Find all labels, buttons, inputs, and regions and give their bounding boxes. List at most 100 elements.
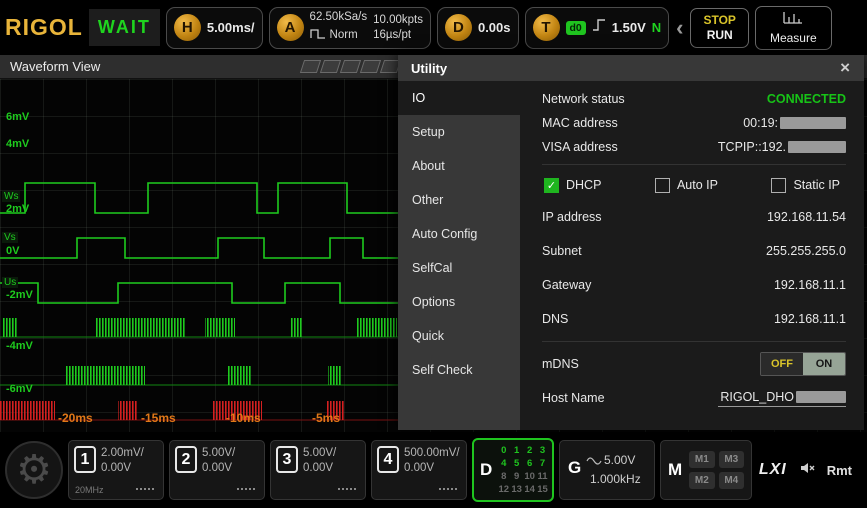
mdns-off-segment[interactable]: OFF	[761, 353, 803, 375]
digital-bit: 8	[501, 471, 507, 482]
close-icon[interactable]: ×	[834, 57, 856, 79]
digital-bit: 15	[537, 484, 548, 495]
redaction-block	[796, 390, 846, 403]
coupling-dash-icon	[237, 488, 255, 490]
horizontal-knob[interactable]: H	[173, 14, 201, 41]
acquire-settings[interactable]: A 62.50kSa/s Norm 10.00kpts 16µs/pt	[268, 6, 431, 49]
timebase-value: 5.00ms/	[206, 20, 255, 35]
checkbox-checked-icon[interactable]: ✓	[544, 177, 559, 193]
tab-shape-icon	[299, 60, 322, 73]
utility-menu-auto-config[interactable]: Auto Config	[398, 217, 520, 251]
math-m1-button[interactable]: M1	[689, 451, 715, 468]
channel-number: 1	[74, 446, 96, 473]
y-axis-label: -2mV	[6, 289, 33, 301]
math-m2-button[interactable]: M2	[689, 472, 715, 489]
channel-3-box[interactable]: 3 5.00V/ 0.00V	[270, 440, 366, 500]
mdns-label: mDNS	[542, 357, 579, 371]
mac-address-label: MAC address	[542, 116, 618, 130]
subnet-label: Subnet	[542, 244, 582, 258]
redaction-block	[788, 141, 846, 153]
math-m3-button[interactable]: M3	[718, 451, 744, 468]
channel-scale: 500.00mV/	[404, 447, 460, 459]
sine-wave-icon	[586, 454, 602, 472]
menu-button[interactable]: ⚙	[5, 441, 63, 499]
y-axis-label: 6mV	[6, 111, 30, 123]
network-status-label: Network status	[542, 92, 625, 106]
digital-channels-box[interactable]: D 0 1 2 3 4 5 6 7 8 9 10 11 12 13 14 15	[472, 438, 554, 502]
utility-menu-options[interactable]: Options	[398, 285, 520, 319]
channel-1-box[interactable]: 1 2.00mV/ 0.00V 20MHz	[68, 440, 164, 500]
channel-offset: 0.00V	[101, 462, 132, 474]
trigger-settings[interactable]: T d0 1.50V N	[524, 6, 670, 49]
auto-ip-label: Auto IP	[676, 178, 718, 192]
digital-bit: 5	[514, 458, 520, 469]
chevron-left-icon[interactable]: ‹	[675, 16, 684, 39]
status-icons: LXI Rmt	[759, 460, 862, 481]
horizontal-settings[interactable]: H 5.00ms/	[165, 6, 263, 49]
digital-bit: 3	[539, 445, 546, 456]
checkbox-empty-icon[interactable]	[771, 177, 787, 193]
rising-edge-icon	[592, 18, 606, 37]
auto-ip-checkbox-item[interactable]: Auto IP	[654, 177, 718, 193]
y-axis-label: -4mV	[6, 340, 33, 352]
x-axis-label: -15ms	[141, 411, 176, 425]
channel-2-box[interactable]: 2 5.00V/ 0.00V	[169, 440, 265, 500]
utility-menu-self-check[interactable]: Self Check	[398, 353, 520, 387]
measure-button[interactable]: Measure	[754, 5, 832, 50]
checkbox-empty-icon[interactable]	[654, 177, 670, 193]
bottom-status-bar: ⚙ 1 2.00mV/ 0.00V 20MHz 2 5.00V/ 0.00V 3…	[0, 432, 867, 508]
digital-bit: 13	[511, 484, 522, 495]
window-tab-decorations	[299, 60, 402, 73]
delay-knob[interactable]: D	[444, 14, 472, 41]
channel-number: 4	[377, 446, 399, 473]
utility-menu-setup[interactable]: Setup	[398, 115, 520, 149]
utility-dialog: Utility × IO Setup About Other Auto Conf…	[398, 55, 864, 430]
channel-4-box[interactable]: 4 500.00mV/ 0.00V	[371, 440, 467, 500]
io-settings-panel: Network status CONNECTED MAC address 00:…	[520, 81, 864, 430]
digital-label: D	[480, 460, 493, 479]
utility-menu-selfcal[interactable]: SelfCal	[398, 251, 520, 285]
utility-menu-about[interactable]: About	[398, 149, 520, 183]
visa-address-value: TCPIP::192.	[718, 140, 846, 154]
trigger-knob[interactable]: T	[532, 14, 560, 41]
mdns-on-segment[interactable]: ON	[803, 353, 845, 375]
ip-address-value: 192.168.11.54	[766, 210, 846, 224]
x-axis-label: -5ms	[312, 411, 341, 425]
delay-value: 0.00s	[477, 20, 511, 35]
utility-menu-io[interactable]: IO	[398, 81, 520, 115]
acquire-knob[interactable]: A	[276, 14, 304, 41]
static-ip-checkbox-item[interactable]: Static IP	[771, 177, 840, 193]
digital-bit: 12	[498, 484, 510, 495]
digital-bit: 1	[514, 445, 520, 456]
channel-scale: 5.00V/	[202, 447, 236, 459]
utility-menu-quick[interactable]: Quick	[398, 319, 520, 353]
digital-bit: 14	[524, 484, 535, 495]
hostname-field[interactable]: RIGOL_DHO	[718, 390, 846, 407]
math-m4-button[interactable]: M4	[718, 472, 744, 489]
waveform-view-title: Waveform View	[10, 59, 101, 74]
dhcp-checkbox-item[interactable]: ✓ DHCP	[544, 177, 601, 193]
run-state-indicator: WAIT	[88, 9, 160, 46]
measure-icon	[783, 11, 803, 29]
mac-address-value: 00:19:	[743, 116, 846, 130]
channel-number: 2	[175, 446, 197, 473]
math-box[interactable]: M M1 M3 M2 M4	[660, 440, 752, 500]
gear-icon: ⚙	[16, 448, 52, 492]
generator-amplitude: 5.00V	[604, 453, 636, 467]
trigger-level: 1.50V	[611, 20, 646, 35]
measure-label: Measure	[769, 30, 817, 45]
generator-label: G	[568, 458, 582, 477]
mdns-toggle[interactable]: OFF ON	[760, 352, 846, 376]
delay-settings[interactable]: D 0.00s	[436, 6, 519, 49]
stop-run-button[interactable]: STOP RUN	[690, 7, 749, 48]
acquire-mode: Norm	[329, 29, 358, 41]
coupling-dash-icon	[136, 488, 154, 490]
divider	[542, 341, 846, 342]
utility-menu-other[interactable]: Other	[398, 183, 520, 217]
rigol-logo: RIGOL	[5, 14, 83, 40]
math-label: M	[668, 460, 683, 479]
generator-box[interactable]: G 5.00V 1.000kHz	[559, 440, 655, 500]
channel-scale: 2.00mV/	[101, 447, 144, 459]
y-axis-label: -6mV	[6, 383, 33, 395]
bandwidth-limit: 20MHz	[75, 485, 104, 495]
